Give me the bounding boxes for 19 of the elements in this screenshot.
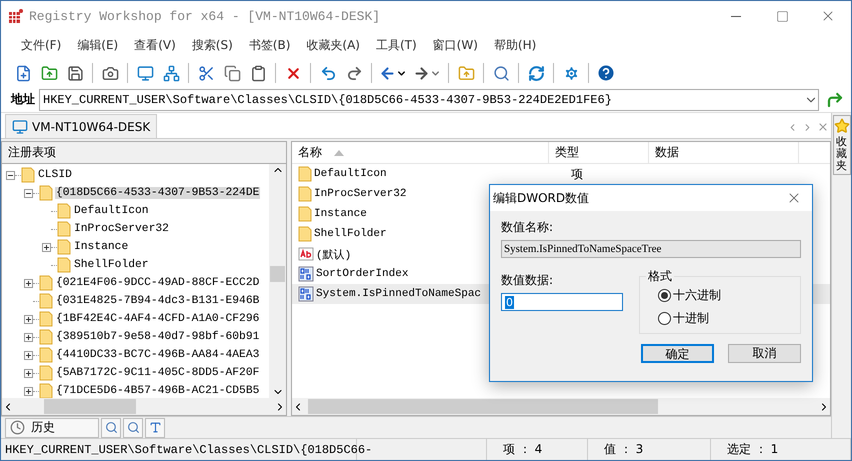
value-name: DefaultIcon bbox=[314, 168, 387, 180]
value-name: Instance bbox=[314, 208, 367, 220]
format-label: 格式 bbox=[647, 268, 673, 285]
dialog-title: 编辑DWORD数值 bbox=[493, 190, 590, 206]
value-data-label: 数值数据: bbox=[501, 272, 554, 289]
selected-count: 选定 ： 1 bbox=[726, 441, 778, 458]
address-label: 地址 bbox=[11, 91, 35, 108]
value-name: ShellFolder bbox=[314, 228, 387, 240]
value-name: System.IsPinnedToNameSpac bbox=[316, 288, 482, 300]
value-name: (默认) bbox=[316, 248, 352, 262]
pane-title: 注册表项 bbox=[2, 142, 286, 164]
status-path: HKEY_CURRENT_USER\Software\Classes\CLSID\{018D5C66- bbox=[5, 442, 372, 456]
type-cell-text: 项 bbox=[570, 166, 583, 182]
value-count: 值 ： 3 bbox=[603, 441, 644, 458]
key-count: 项 ： 4 bbox=[502, 441, 542, 458]
value-name: InProcServer32 bbox=[314, 188, 406, 200]
value-name-label: 数值名称: bbox=[501, 219, 554, 236]
window-title: Registry Workshop for x64 - [VM-NT10W64-DESK] bbox=[29, 8, 382, 24]
value-name: SortOrderIndex bbox=[316, 268, 408, 280]
